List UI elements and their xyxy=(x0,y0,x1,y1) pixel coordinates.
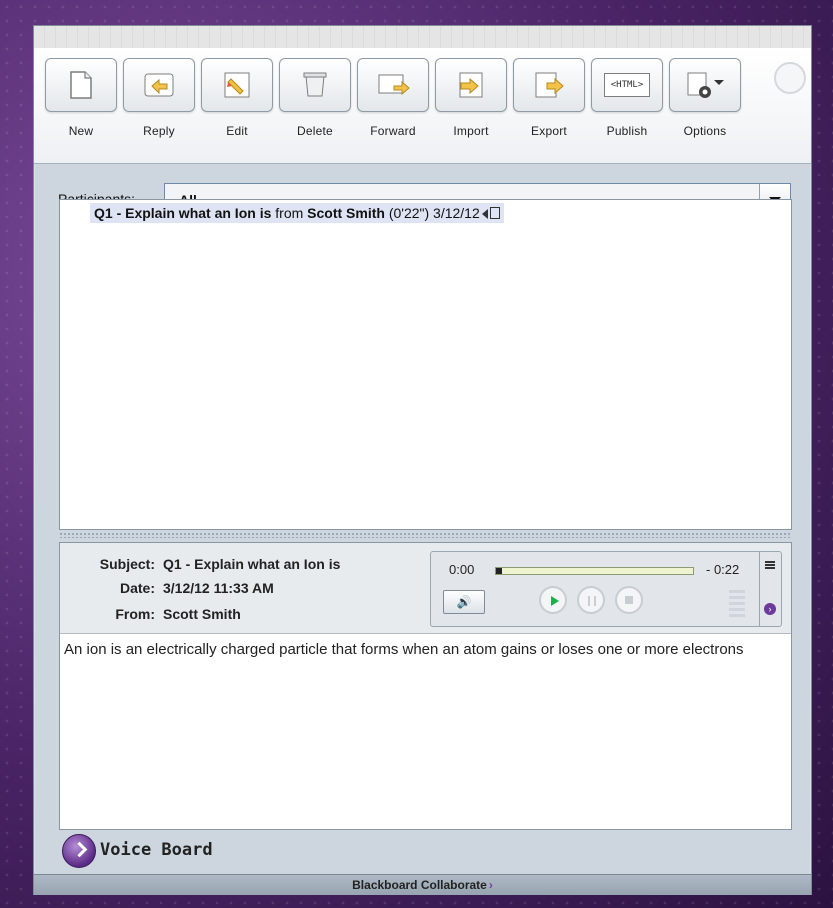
subject-value: Q1 - Explain what an Ion is xyxy=(163,556,341,572)
html-icon-text: <HTML> xyxy=(604,73,650,97)
menu-icon[interactable] xyxy=(765,561,775,570)
message-subject: Q1 - Explain what an Ion is xyxy=(94,205,272,221)
publish-button[interactable]: <HTML> Publish xyxy=(591,58,663,148)
footer-bar: Blackboard Collaborate › xyxy=(34,874,811,895)
reply-icon xyxy=(123,58,195,112)
import-button[interactable]: Import xyxy=(435,58,507,148)
audio-level-meter xyxy=(729,590,745,620)
speaker-icon xyxy=(481,209,488,219)
message-detail-panel: Subject: Date: From: Q1 - Explain what a… xyxy=(59,542,792,830)
attachment-icon xyxy=(489,207,500,219)
pause-button[interactable] xyxy=(577,586,605,614)
voice-board-logo-icon xyxy=(62,834,96,868)
message-from-word: from xyxy=(275,205,304,221)
toolbar: New Reply Edit Delete Forward Import Exp… xyxy=(34,48,811,164)
play-icon xyxy=(551,596,559,606)
subject-label: Subject: xyxy=(99,556,155,572)
time-remaining: - 0:22 xyxy=(706,562,740,577)
edit-label: Edit xyxy=(226,124,248,138)
forward-label: Forward xyxy=(370,124,416,138)
delete-icon xyxy=(279,58,351,112)
from-value: Scott Smith xyxy=(163,606,241,622)
player-side-panel: › xyxy=(759,552,782,626)
export-label: Export xyxy=(531,124,567,138)
reply-label: Reply xyxy=(143,124,175,138)
reply-button[interactable]: Reply xyxy=(123,58,195,148)
message-detail-header: Subject: Date: From: Q1 - Explain what a… xyxy=(60,543,791,634)
delete-label: Delete xyxy=(297,124,333,138)
html-icon: <HTML> xyxy=(591,58,663,112)
speaker-volume-icon: 🔊 xyxy=(456,595,472,609)
pane-splitter[interactable] xyxy=(59,532,792,538)
stop-button[interactable] xyxy=(615,586,643,614)
progress-bar[interactable] xyxy=(495,567,694,575)
collaborate-logo-icon[interactable]: › xyxy=(764,603,776,615)
progress-fill xyxy=(496,568,502,574)
options-icon xyxy=(669,58,741,112)
pause-icon xyxy=(588,596,596,606)
delete-button[interactable]: Delete xyxy=(279,58,351,148)
options-button[interactable]: Options xyxy=(669,58,741,148)
import-icon xyxy=(435,58,507,112)
export-button[interactable]: Export xyxy=(513,58,585,148)
forward-button[interactable]: Forward xyxy=(357,58,429,148)
date-value: 3/12/12 11:33 AM xyxy=(163,580,274,596)
message-author: Scott Smith xyxy=(307,205,385,221)
publish-label: Publish xyxy=(606,124,648,138)
voice-board-title: Voice Board xyxy=(100,840,213,860)
footer-arrow-icon: › xyxy=(488,878,493,892)
new-label: New xyxy=(68,124,94,138)
message-date: 3/12/12 xyxy=(433,205,480,221)
volume-button[interactable]: 🔊 xyxy=(443,590,485,614)
new-document-icon xyxy=(45,58,117,112)
meta-values: Q1 - Explain what an Ion is 3/12/12 11:3… xyxy=(163,556,423,626)
message-body: An ion is an electrically charged partic… xyxy=(64,641,744,658)
new-button[interactable]: New xyxy=(45,58,117,148)
footer-brand: Blackboard Collaborate xyxy=(352,878,487,892)
message-row[interactable]: Q1 - Explain what an Ion is from Scott S… xyxy=(90,203,504,223)
edit-icon xyxy=(201,58,273,112)
messages-list: Q1 - Explain what an Ion is from Scott S… xyxy=(59,199,792,530)
date-label: Date: xyxy=(119,580,155,596)
audio-player: 0:00 - 0:22 🔊 › xyxy=(430,551,782,627)
edit-button[interactable]: Edit xyxy=(201,58,273,148)
meta-labels: Subject: Date: From: xyxy=(70,556,155,626)
export-icon xyxy=(513,58,585,112)
from-label: From: xyxy=(115,606,155,622)
stop-icon xyxy=(625,596,633,604)
voice-board-window: New Reply Edit Delete Forward Import Exp… xyxy=(33,25,812,895)
options-label: Options xyxy=(683,124,727,138)
forward-icon xyxy=(357,58,429,112)
play-button[interactable] xyxy=(539,586,567,614)
time-current: 0:00 xyxy=(449,562,475,577)
import-label: Import xyxy=(453,124,489,138)
help-circle-icon[interactable] xyxy=(774,62,806,94)
message-duration: (0'22") xyxy=(388,205,430,221)
